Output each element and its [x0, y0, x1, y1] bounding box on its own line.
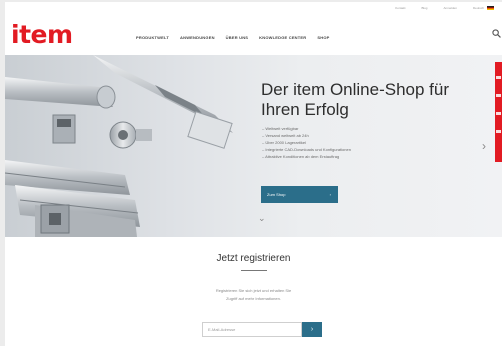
- nav-item-knowledge-center[interactable]: KNOWLEDGE CENTER: [259, 35, 306, 40]
- register-text-line: Registrieren Sie sich jetzt und erhalten…: [215, 288, 292, 293]
- benefit-item: Weltweit verfügbar: [262, 125, 351, 132]
- hero-benefits-list: Weltweit verfügbar Versand weltweit ab 2…: [262, 125, 351, 160]
- benefit-item: Versand weltweit ab 24h: [262, 132, 351, 139]
- chevron-down-icon[interactable]: ⌄: [258, 213, 266, 224]
- benefit-item: Über 2000 Lagerartikel: [262, 139, 351, 146]
- page: Kontakt Blog Anmelden Deutsch item PRODU…: [5, 2, 502, 346]
- shop-button[interactable]: Zum Shop ›: [261, 186, 338, 203]
- utility-links: Kontakt Blog Anmelden Deutsch: [395, 6, 484, 10]
- search-icon[interactable]: [492, 29, 501, 38]
- aluminium-profiles-image: [5, 55, 233, 237]
- item-logo[interactable]: item: [11, 22, 73, 48]
- benefit-item: Integrierte CAD-Downloads und Konfigurat…: [262, 146, 351, 153]
- register-submit-button[interactable]: ›: [302, 322, 322, 337]
- title-divider: [241, 270, 267, 271]
- email-field[interactable]: E-Mail-Adresse: [202, 322, 302, 337]
- register-text-line: Zugriff auf mehr Informationen.: [226, 296, 281, 301]
- hero-banner: Der item Online-Shop für Ihren Erfolg We…: [5, 55, 502, 237]
- nav-item-shop[interactable]: SHOP: [317, 35, 329, 40]
- social-icon: [496, 112, 501, 115]
- social-icon: [496, 130, 501, 133]
- slider-next-arrow-icon[interactable]: ›: [482, 139, 486, 153]
- language-selector[interactable]: Deutsch: [473, 6, 484, 10]
- chevron-right-icon: ›: [329, 192, 331, 197]
- hero-headline: Der item Online-Shop für Ihren Erfolg: [261, 80, 450, 119]
- register-title: Jetzt registrieren: [216, 253, 291, 264]
- main-navigation: PRODUKTWELT ANWENDUNGEN ÜBER UNS KNOWLED…: [136, 35, 330, 40]
- register-description: Registrieren Sie sich jetzt und erhalten…: [5, 287, 502, 303]
- shop-button-label: Zum Shop: [267, 192, 286, 197]
- social-icon: [496, 76, 501, 79]
- utility-link-blog[interactable]: Blog: [421, 6, 427, 10]
- nav-item-ueber-uns[interactable]: ÜBER UNS: [226, 35, 249, 40]
- utility-link-contact[interactable]: Kontakt: [395, 6, 405, 10]
- utility-link-login[interactable]: Anmelden: [443, 6, 457, 10]
- nav-item-produktwelt[interactable]: PRODUKTWELT: [136, 35, 169, 40]
- german-flag-icon[interactable]: [487, 6, 494, 10]
- social-icon: [496, 94, 501, 97]
- side-social-tab[interactable]: [495, 62, 502, 162]
- nav-item-anwendungen[interactable]: ANWENDUNGEN: [180, 35, 215, 40]
- benefit-item: Attraktive Konditionen ab dem Erstauftra…: [262, 153, 351, 160]
- top-utility-bar: Kontakt Blog Anmelden Deutsch: [5, 2, 502, 14]
